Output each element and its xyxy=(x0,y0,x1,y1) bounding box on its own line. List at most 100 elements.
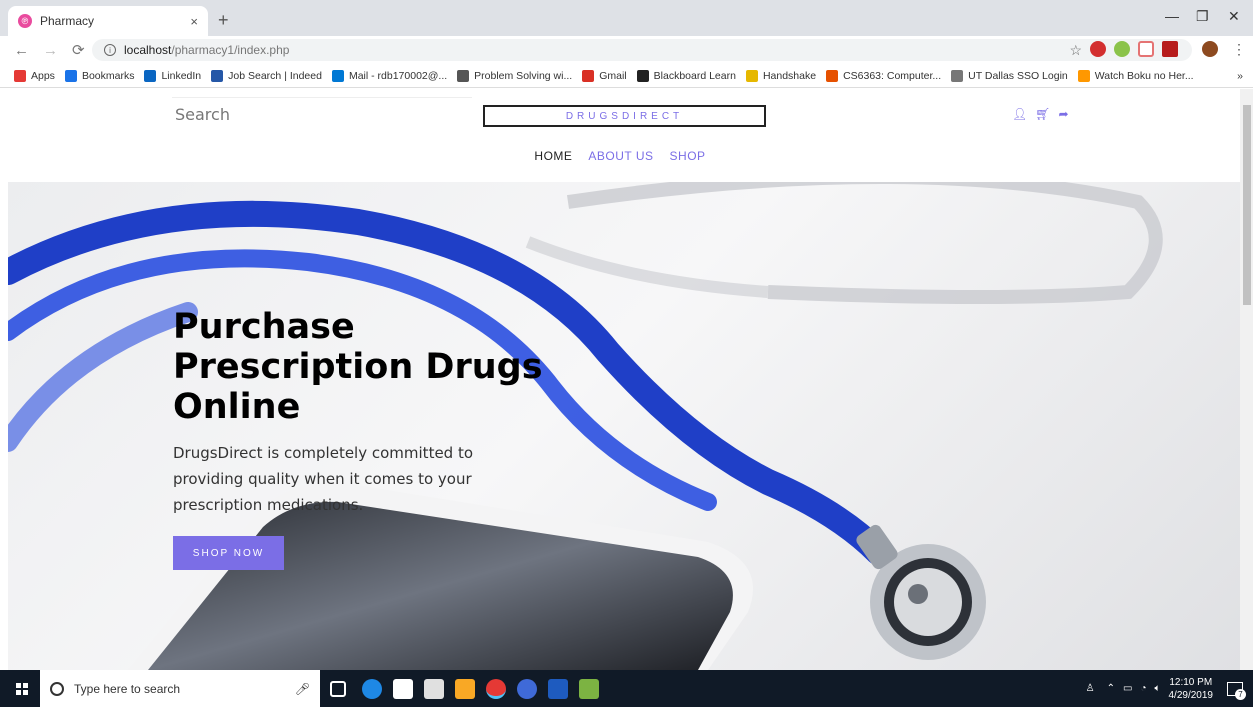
menu-icon[interactable]: ⋮ xyxy=(1232,41,1246,58)
scrollbar-thumb[interactable] xyxy=(1243,105,1251,305)
close-window-icon[interactable]: ✕ xyxy=(1228,8,1240,25)
bookmark-label: Handshake xyxy=(762,69,817,82)
clock-date: 4/29/2019 xyxy=(1168,689,1214,701)
store-icon[interactable] xyxy=(393,679,413,699)
nav-about-us[interactable]: ABOUT US xyxy=(588,149,653,163)
taskbar-search[interactable]: Type here to search 🎤︎ xyxy=(40,670,320,707)
start-icon[interactable] xyxy=(16,682,28,695)
bookmark-favicon-icon xyxy=(64,69,77,82)
task-view-icon[interactable] xyxy=(330,681,346,697)
battery-icon[interactable]: ▭ xyxy=(1123,683,1132,694)
bookmarks-overflow-icon[interactable]: » xyxy=(1237,70,1243,82)
word-icon[interactable] xyxy=(548,679,568,699)
bookmark-favicon-icon xyxy=(14,69,26,82)
bookmark-item[interactable]: Apps xyxy=(14,69,55,82)
bookmark-favicon-icon xyxy=(826,69,839,82)
clock-time: 12:10 PM xyxy=(1169,676,1213,688)
file-explorer-icon[interactable] xyxy=(455,679,475,699)
search-underline xyxy=(172,97,472,98)
bookmark-item[interactable]: Bookmarks xyxy=(64,69,135,82)
profile-avatar[interactable] xyxy=(1202,41,1218,57)
bookmark-label: Job Search | Indeed xyxy=(228,69,322,82)
bookmark-favicon-icon xyxy=(745,69,758,82)
bookmark-item[interactable]: Watch Boku no Her... xyxy=(1077,69,1194,82)
hero-banner: Purchase Prescription Drugs Online Drugs… xyxy=(8,182,1240,670)
url-host: localhost xyxy=(124,43,172,57)
mail-icon[interactable] xyxy=(424,679,444,699)
pharmacy-favicon-icon: ℗ xyxy=(18,14,32,28)
bookmark-label: Blackboard Learn xyxy=(653,69,736,82)
minimize-icon[interactable]: — xyxy=(1165,8,1179,24)
bookmark-favicon-icon xyxy=(951,69,964,82)
bookmark-item[interactable]: Handshake xyxy=(745,69,817,82)
bookmark-label: Mail - rdb170002@... xyxy=(348,69,448,82)
pdf-extension-icon[interactable] xyxy=(1162,41,1178,57)
bookmark-item[interactable]: Gmail xyxy=(582,69,627,82)
new-tab-button[interactable]: + xyxy=(218,10,229,31)
windows-taskbar: Type here to search 🎤︎ ♙ ⌃ ▭ ◔ 🔈︎ 12:10 … xyxy=(0,670,1253,707)
bookmark-favicon-icon xyxy=(636,69,649,82)
hero-description: DrugsDirect is completely committed to p… xyxy=(173,444,474,514)
show-hidden-icons[interactable]: ⌃ xyxy=(1107,683,1115,694)
main-nav: HOME ABOUT US SHOP xyxy=(0,149,1240,163)
back-icon[interactable]: ← xyxy=(14,42,29,59)
user-icon[interactable]: 👤︎ xyxy=(1012,107,1027,121)
nav-shop[interactable]: SHOP xyxy=(670,149,706,163)
r-app-icon[interactable] xyxy=(517,679,537,699)
taskbar-search-placeholder: Type here to search xyxy=(74,681,181,696)
paint-icon[interactable] xyxy=(579,679,599,699)
bookmark-star-icon[interactable]: ☆ xyxy=(1069,42,1082,59)
bookmark-favicon-icon xyxy=(1077,69,1090,82)
bookmark-item[interactable]: CS6363: Computer... xyxy=(826,69,941,82)
url-path: /pharmacy1/index.php xyxy=(171,43,290,57)
bookmark-item[interactable]: UT Dallas SSO Login xyxy=(951,69,1068,82)
bookmark-item[interactable]: Problem Solving wi... xyxy=(457,69,573,82)
browser-toolbar: ← → ⟳ i localhost/pharmacy1/index.php ☆ … xyxy=(0,36,1253,64)
bookmark-favicon-icon xyxy=(582,69,595,82)
wifi-icon[interactable]: ◔ xyxy=(1140,683,1146,694)
extension-icon[interactable] xyxy=(1114,41,1130,57)
bookmark-item[interactable]: LinkedIn xyxy=(144,69,202,82)
site-logo[interactable]: DRUGSDIRECT xyxy=(483,105,766,127)
shop-now-button[interactable]: SHOP NOW xyxy=(173,536,284,570)
site-search-input[interactable]: Search xyxy=(175,105,230,124)
bookmark-favicon-icon xyxy=(457,69,470,82)
microphone-icon[interactable]: 🎤︎ xyxy=(295,682,310,696)
page-scrollbar[interactable] xyxy=(1240,89,1253,670)
people-icon[interactable]: ♙ xyxy=(1086,683,1095,694)
hero-title: Purchase Prescription Drugs Online xyxy=(173,307,543,427)
browser-tab-strip: ℗ Pharmacy × + — ❐ ✕ xyxy=(0,0,1253,36)
forward-icon[interactable]: → xyxy=(43,42,58,59)
bookmark-label: LinkedIn xyxy=(161,69,202,82)
pocket-extension-icon[interactable] xyxy=(1138,41,1154,57)
browser-tab[interactable]: ℗ Pharmacy × xyxy=(8,6,208,36)
reload-icon[interactable]: ⟳ xyxy=(72,41,85,59)
bookmark-item[interactable]: Job Search | Indeed xyxy=(211,69,322,82)
bookmark-label: Watch Boku no Her... xyxy=(1094,69,1194,82)
bookmark-label: Problem Solving wi... xyxy=(474,69,573,82)
volume-icon[interactable]: 🔈︎ xyxy=(1155,683,1161,694)
logout-icon[interactable]: ➦ xyxy=(1058,107,1068,121)
adblock-extension-icon[interactable] xyxy=(1090,41,1106,57)
cart-icon[interactable]: 🛒︎ xyxy=(1035,107,1050,121)
bookmark-label: Bookmarks xyxy=(81,69,135,82)
chrome-icon[interactable] xyxy=(486,679,506,699)
nav-home[interactable]: HOME xyxy=(534,149,572,163)
bookmark-favicon-icon xyxy=(144,69,157,82)
edge-icon[interactable] xyxy=(362,679,382,699)
address-bar[interactable]: i localhost/pharmacy1/index.php ☆ xyxy=(92,39,1192,61)
taskbar-clock[interactable]: 12:10 PM 4/29/2019 xyxy=(1169,676,1214,702)
bookmark-item[interactable]: Blackboard Learn xyxy=(636,69,736,82)
close-tab-icon[interactable]: × xyxy=(190,14,198,29)
tab-title: Pharmacy xyxy=(40,14,95,28)
maximize-icon[interactable]: ❐ xyxy=(1196,8,1209,25)
bookmark-item[interactable]: Mail - rdb170002@... xyxy=(331,69,448,82)
action-center-icon[interactable]: 7 xyxy=(1227,681,1246,700)
page-content: Search DRUGSDIRECT 👤︎ 🛒︎ ➦ HOME ABOUT US… xyxy=(0,89,1240,670)
system-tray: ♙ ⌃ ▭ ◔ 🔈︎ 12:10 PM 4/29/2019 7 xyxy=(1086,670,1253,707)
bookmark-label: Gmail xyxy=(599,69,627,82)
notification-count: 7 xyxy=(1235,688,1246,700)
bookmark-favicon-icon xyxy=(331,69,344,82)
site-info-icon[interactable]: i xyxy=(104,44,116,56)
bookmark-label: UT Dallas SSO Login xyxy=(968,69,1068,82)
